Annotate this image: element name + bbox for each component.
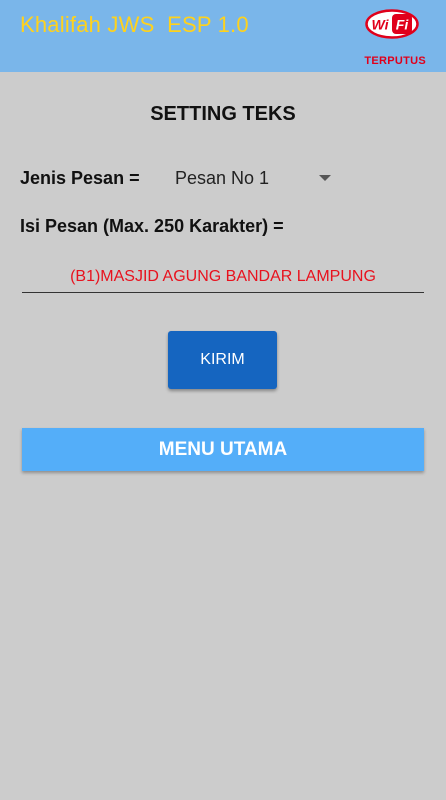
app-bar: Khalifah JWS ESP 1.0 Wi Fi TERPUTUS [0, 0, 446, 72]
main-menu-button[interactable]: MENU UTAMA [22, 428, 424, 471]
wifi-logo-right-text: Fi [396, 17, 410, 33]
message-type-selected: Pesan No 1 [175, 168, 270, 188]
message-type-label: Jenis Pesan = [20, 168, 140, 188]
page-title: SETTING TEKS [150, 103, 296, 125]
send-button[interactable]: KIRIM [168, 331, 277, 389]
app-title: Khalifah JWS ESP 1.0 [20, 12, 249, 37]
wifi-status-label: TERPUTUS [364, 55, 426, 67]
wifi-logo-left-text: Wi [372, 17, 390, 33]
message-content-label: Isi Pesan (Max. 250 Karakter) = [20, 216, 284, 236]
message-type-dropdown[interactable]: Pesan No 1 [164, 160, 344, 196]
caret-down-icon [319, 175, 331, 181]
message-input[interactable] [22, 262, 424, 293]
wifi-logo-icon: Wi Fi [365, 9, 419, 39]
